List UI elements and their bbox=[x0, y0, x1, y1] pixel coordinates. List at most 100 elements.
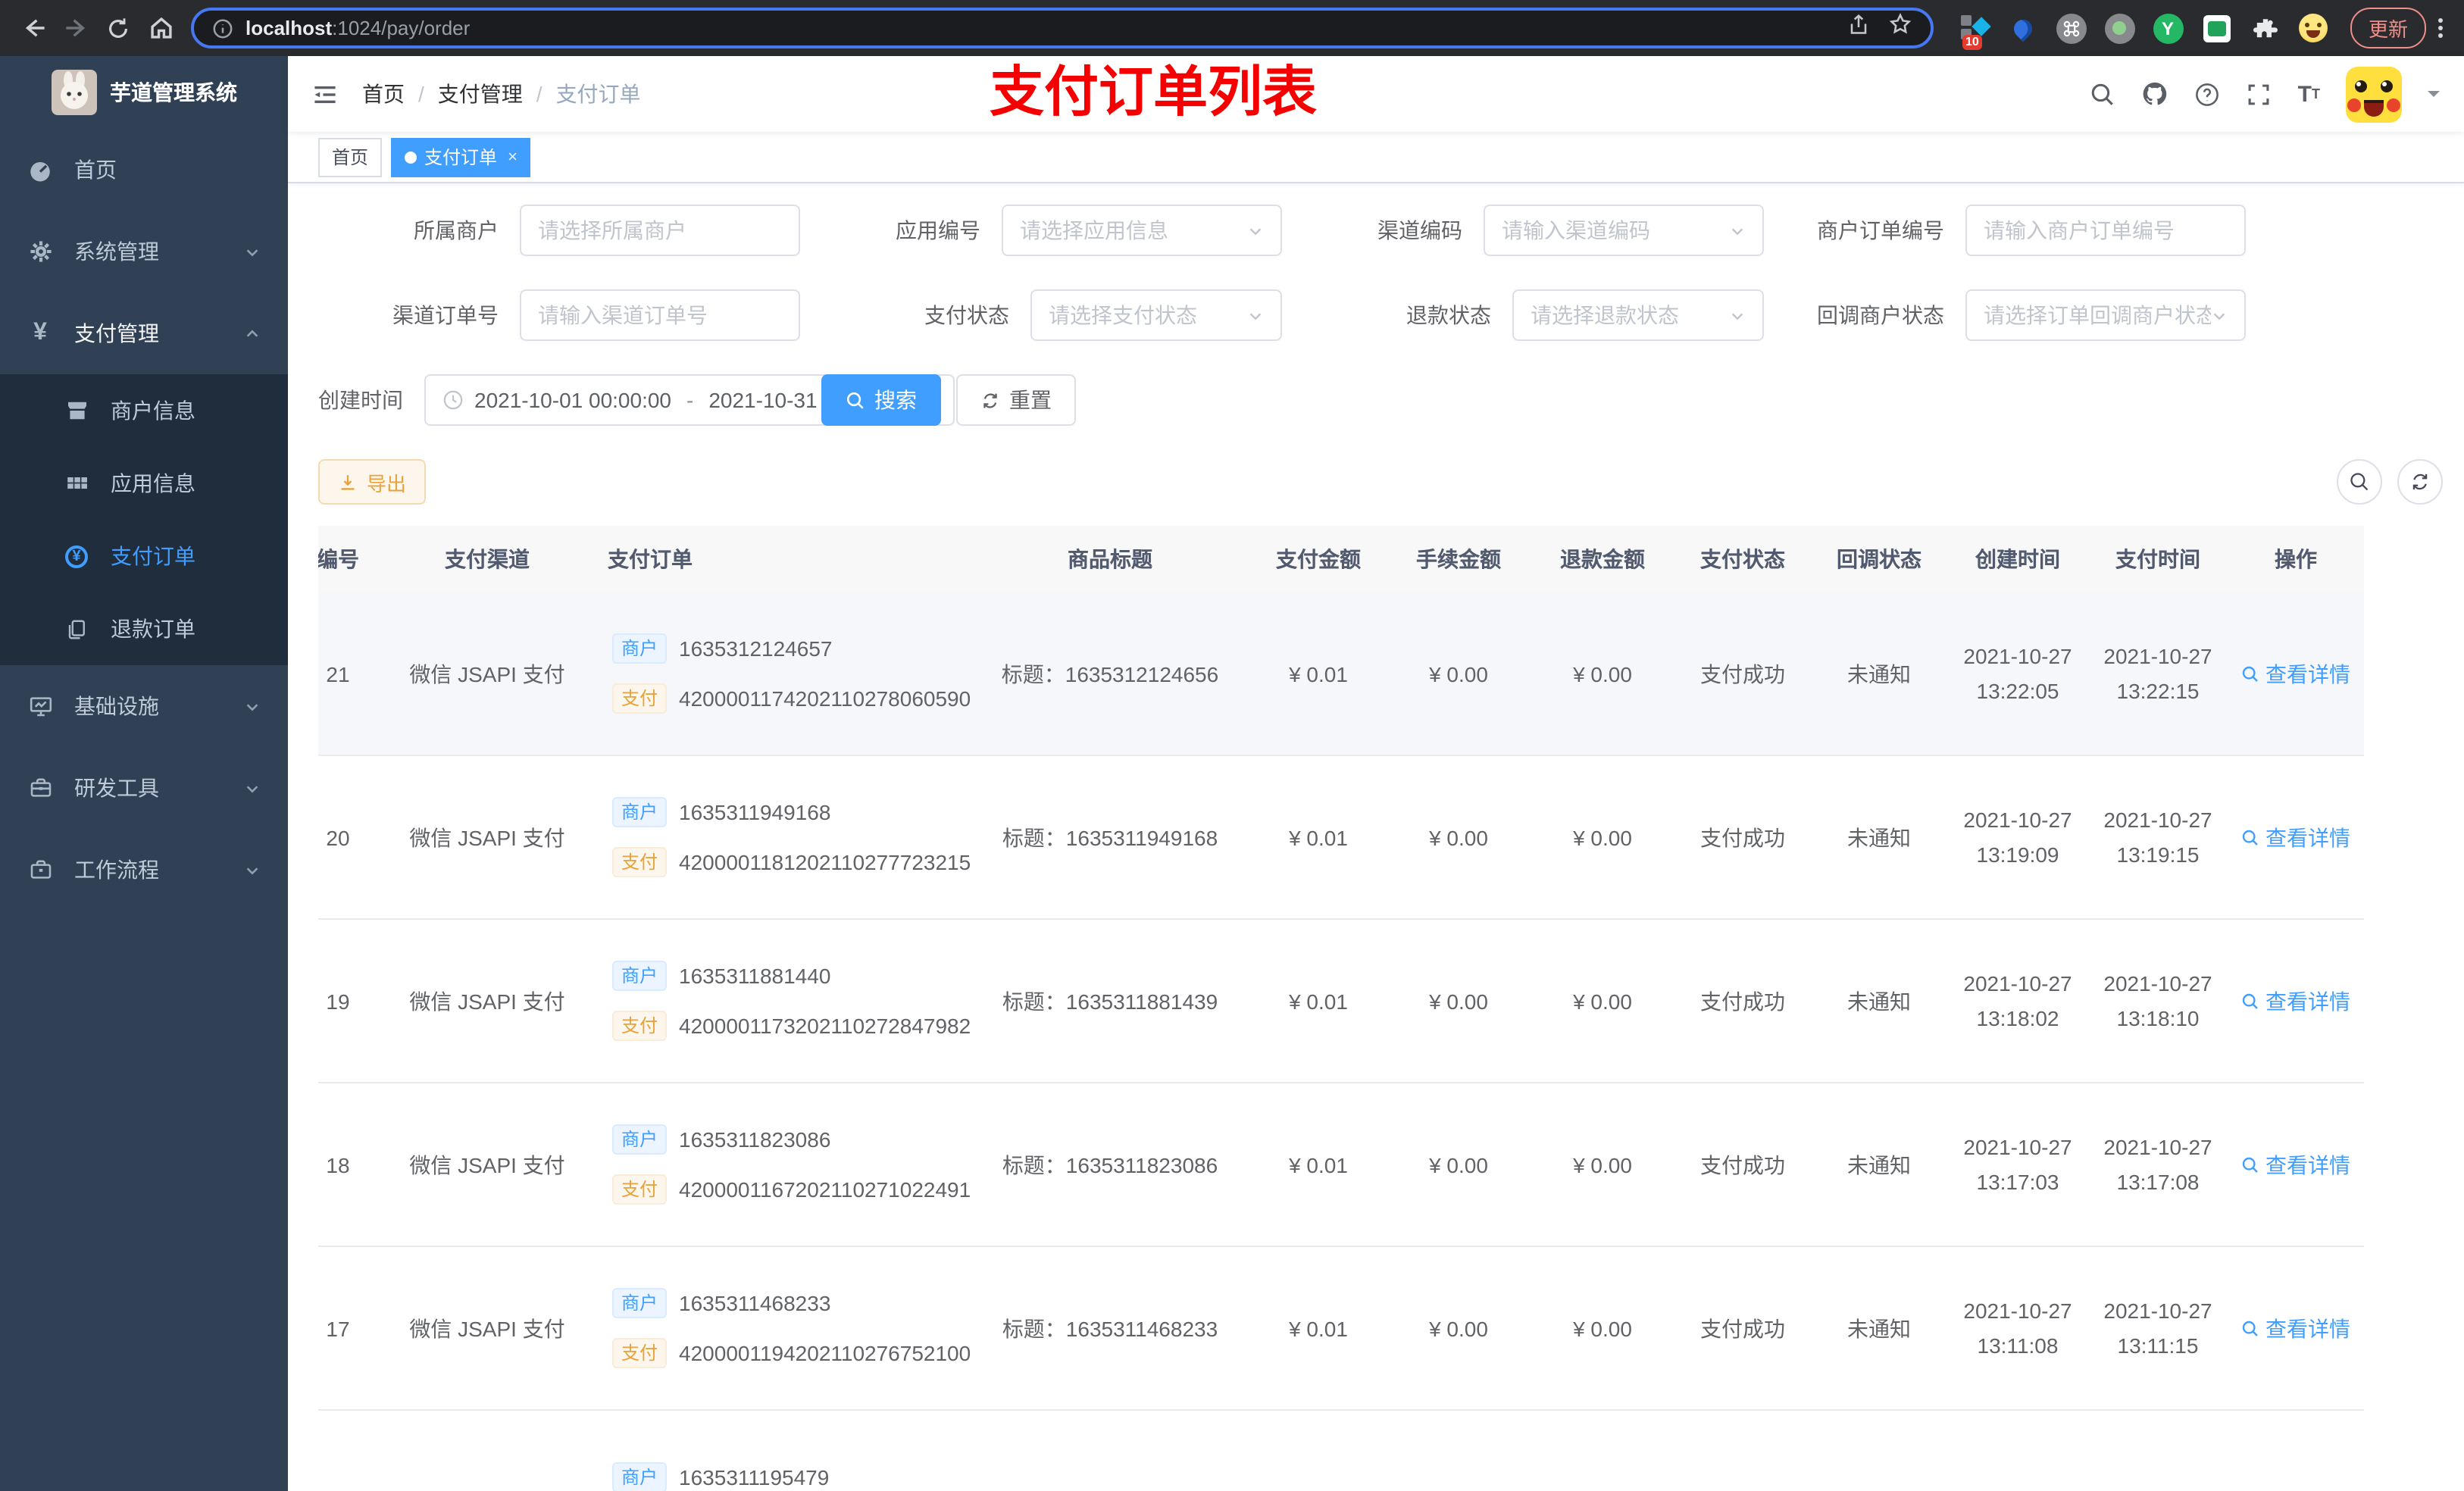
sidebar-item-refund-order[interactable]: 退款订单 bbox=[0, 592, 288, 665]
order-id bbox=[318, 1410, 391, 1491]
extension-chat-icon[interactable] bbox=[2200, 12, 2232, 44]
breadcrumb-pay-mgmt[interactable]: 支付管理 bbox=[438, 79, 523, 109]
profile-avatar-icon[interactable] bbox=[2297, 12, 2329, 44]
pay-status: 支付成功 bbox=[1674, 592, 1811, 756]
url-bar[interactable]: localhost:1024/pay/order bbox=[191, 8, 1934, 48]
merchant-order-line: 商户 1635312124657 bbox=[612, 633, 833, 664]
extension-kite-icon[interactable] bbox=[2006, 12, 2038, 44]
yen-icon: ¥ bbox=[33, 320, 47, 345]
breadcrumb-home[interactable]: 首页 bbox=[362, 79, 405, 109]
briefcase-icon bbox=[27, 857, 53, 883]
channel-order-no-input[interactable]: 请输入渠道订单号 bbox=[520, 289, 800, 341]
notify-status-select[interactable]: 请选择订单回调商户状态 bbox=[1965, 289, 2246, 341]
font-size-icon[interactable]: TT bbox=[2298, 83, 2320, 105]
search-icon[interactable] bbox=[2090, 81, 2116, 107]
pay-order-no: 4200001167202110271022491439 bbox=[679, 1177, 970, 1202]
export-button[interactable]: 导出 bbox=[318, 459, 427, 505]
extension-badge-icon[interactable]: 10 bbox=[1958, 12, 1991, 50]
col-channel: 支付渠道 bbox=[391, 526, 583, 592]
browser-update-button[interactable]: 更新 bbox=[2350, 8, 2427, 48]
bookmark-star-icon[interactable] bbox=[1888, 12, 1912, 44]
merchant-tag: 商户 bbox=[612, 1288, 668, 1318]
filter-channel-code: 渠道编码 请输入渠道编码 bbox=[1282, 205, 1764, 256]
back-icon[interactable] bbox=[15, 10, 52, 46]
filter-channel-order-no: 渠道订单号 请输入渠道订单号 bbox=[318, 289, 800, 341]
product-title bbox=[970, 1410, 1250, 1491]
sidebar-item-infrastructure[interactable]: 基础设施 bbox=[0, 665, 288, 747]
view-detail-link[interactable]: 查看详情 bbox=[2241, 1149, 2350, 1180]
view-detail-link[interactable]: 查看详情 bbox=[2241, 1313, 2350, 1343]
table-row: 19 微信 JSAPI 支付 商户 1635311881440 支付 42000… bbox=[318, 919, 2364, 1083]
sidebar-item-workflow[interactable]: 工作流程 bbox=[0, 829, 288, 911]
fee-amount bbox=[1387, 1410, 1531, 1491]
logo-image bbox=[51, 70, 96, 115]
site-info-icon[interactable] bbox=[212, 17, 233, 39]
toggle-search-button[interactable] bbox=[2337, 459, 2382, 505]
pay-time: 2021-10-27 13:18:10 bbox=[2088, 919, 2228, 1083]
extensions-puzzle-icon[interactable] bbox=[2249, 12, 2281, 44]
date-start: 2021-10-01 00:00:00 bbox=[474, 388, 671, 412]
pay-order-cell: 商户 1635311949168 支付 42000011812021102777… bbox=[591, 756, 970, 917]
sidebar-item-dev-tools[interactable]: 研发工具 bbox=[0, 747, 288, 829]
table-row: 21 微信 JSAPI 支付 商户 1635312124657 支付 42000… bbox=[318, 592, 2364, 756]
refund-amount: ¥ 0.00 bbox=[1531, 1246, 1674, 1411]
sidebar-item-merchant-info[interactable]: 商户信息 bbox=[0, 374, 288, 447]
view-detail-link[interactable]: 查看详情 bbox=[2241, 986, 2350, 1016]
pay-tag: 支付 bbox=[612, 847, 668, 877]
home-icon[interactable] bbox=[142, 10, 179, 46]
merchant-order-no-input[interactable]: 请输入商户订单编号 bbox=[1965, 205, 2246, 256]
extension-dot-icon[interactable] bbox=[2103, 12, 2135, 44]
app-select[interactable]: 请选择应用信息 bbox=[1002, 205, 1282, 256]
pay-status: 支付成功 bbox=[1674, 919, 1811, 1083]
orders-table: 编号 支付渠道 支付订单 商品标题 支付金额 手续金额 退款金额 支付状态 回调… bbox=[318, 526, 2364, 1491]
tag-home[interactable]: 首页 bbox=[318, 137, 383, 177]
tag-close-icon[interactable]: × bbox=[508, 148, 518, 166]
extension-y-icon[interactable]: Y bbox=[2152, 12, 2184, 44]
app-logo[interactable]: 芋道管理系统 bbox=[0, 56, 288, 129]
pikachu-avatar-image bbox=[2346, 66, 2402, 122]
merchant-select[interactable]: 请选择所属商户 bbox=[520, 205, 800, 256]
navbar-actions: TT bbox=[2090, 66, 2440, 122]
tag-pay-order[interactable]: 支付订单 × bbox=[391, 137, 531, 177]
product-title: 标题：1635311823086 bbox=[970, 1083, 1250, 1247]
refund-amount bbox=[1531, 1410, 1674, 1491]
browser-menu-icon[interactable] bbox=[2438, 18, 2444, 38]
fee-amount: ¥ 0.00 bbox=[1387, 919, 1531, 1083]
sidebar-item-pay-order[interactable]: ¥ 支付订单 bbox=[0, 520, 288, 592]
product-title: 标题：1635312124656 bbox=[970, 592, 1250, 756]
reset-button[interactable]: 重置 bbox=[956, 374, 1076, 426]
avatar-caret-icon[interactable] bbox=[2428, 91, 2440, 103]
channel-code-input[interactable]: 请输入渠道编码 bbox=[1484, 205, 1764, 256]
pay-amount: ¥ 0.01 bbox=[1250, 1083, 1387, 1247]
sidebar-item-home[interactable]: 首页 bbox=[0, 129, 288, 211]
col-fee: 手续金额 bbox=[1387, 526, 1531, 592]
date-separator: - bbox=[686, 388, 694, 412]
view-detail-link[interactable]: 查看详情 bbox=[2241, 658, 2350, 689]
reload-icon[interactable] bbox=[100, 10, 136, 46]
pay-status-select[interactable]: 请选择支付状态 bbox=[1030, 289, 1282, 341]
sidebar-fold-icon[interactable] bbox=[312, 81, 338, 107]
forward-icon[interactable] bbox=[58, 10, 94, 46]
merchant-tag: 商户 bbox=[612, 633, 668, 664]
sidebar-item-system[interactable]: 系统管理 bbox=[0, 211, 288, 292]
refund-status-select[interactable]: 请选择退款状态 bbox=[1512, 289, 1764, 341]
help-icon[interactable] bbox=[2195, 81, 2221, 107]
user-avatar[interactable] bbox=[2346, 66, 2402, 122]
product-title: 标题：1635311949168 bbox=[970, 755, 1250, 920]
sidebar-item-app-info[interactable]: 应用信息 bbox=[0, 447, 288, 520]
fullscreen-icon[interactable] bbox=[2247, 81, 2272, 107]
pay-channel: 微信 JSAPI 支付 bbox=[391, 919, 583, 1083]
navbar: 首页 / 支付管理 / 支付订单 支付订单列表 T T bbox=[288, 56, 2464, 132]
extension-command-icon[interactable] bbox=[2055, 12, 2087, 44]
sidebar-item-payment[interactable]: ¥ 支付管理 bbox=[0, 292, 288, 374]
github-icon[interactable] bbox=[2142, 80, 2169, 108]
merchant-order-line: 商户 1635311823086 bbox=[612, 1124, 830, 1155]
search-button[interactable]: 搜索 bbox=[821, 374, 941, 426]
view-detail-link[interactable]: 查看详情 bbox=[2241, 822, 2350, 852]
share-icon[interactable] bbox=[1847, 13, 1870, 43]
merchant-order-no: 1635311881440 bbox=[679, 964, 831, 988]
table-toolbar: 导出 bbox=[318, 459, 2446, 505]
col-actions: 操作 bbox=[2228, 526, 2364, 592]
documents-icon bbox=[64, 616, 89, 642]
refresh-button[interactable] bbox=[2397, 459, 2443, 505]
